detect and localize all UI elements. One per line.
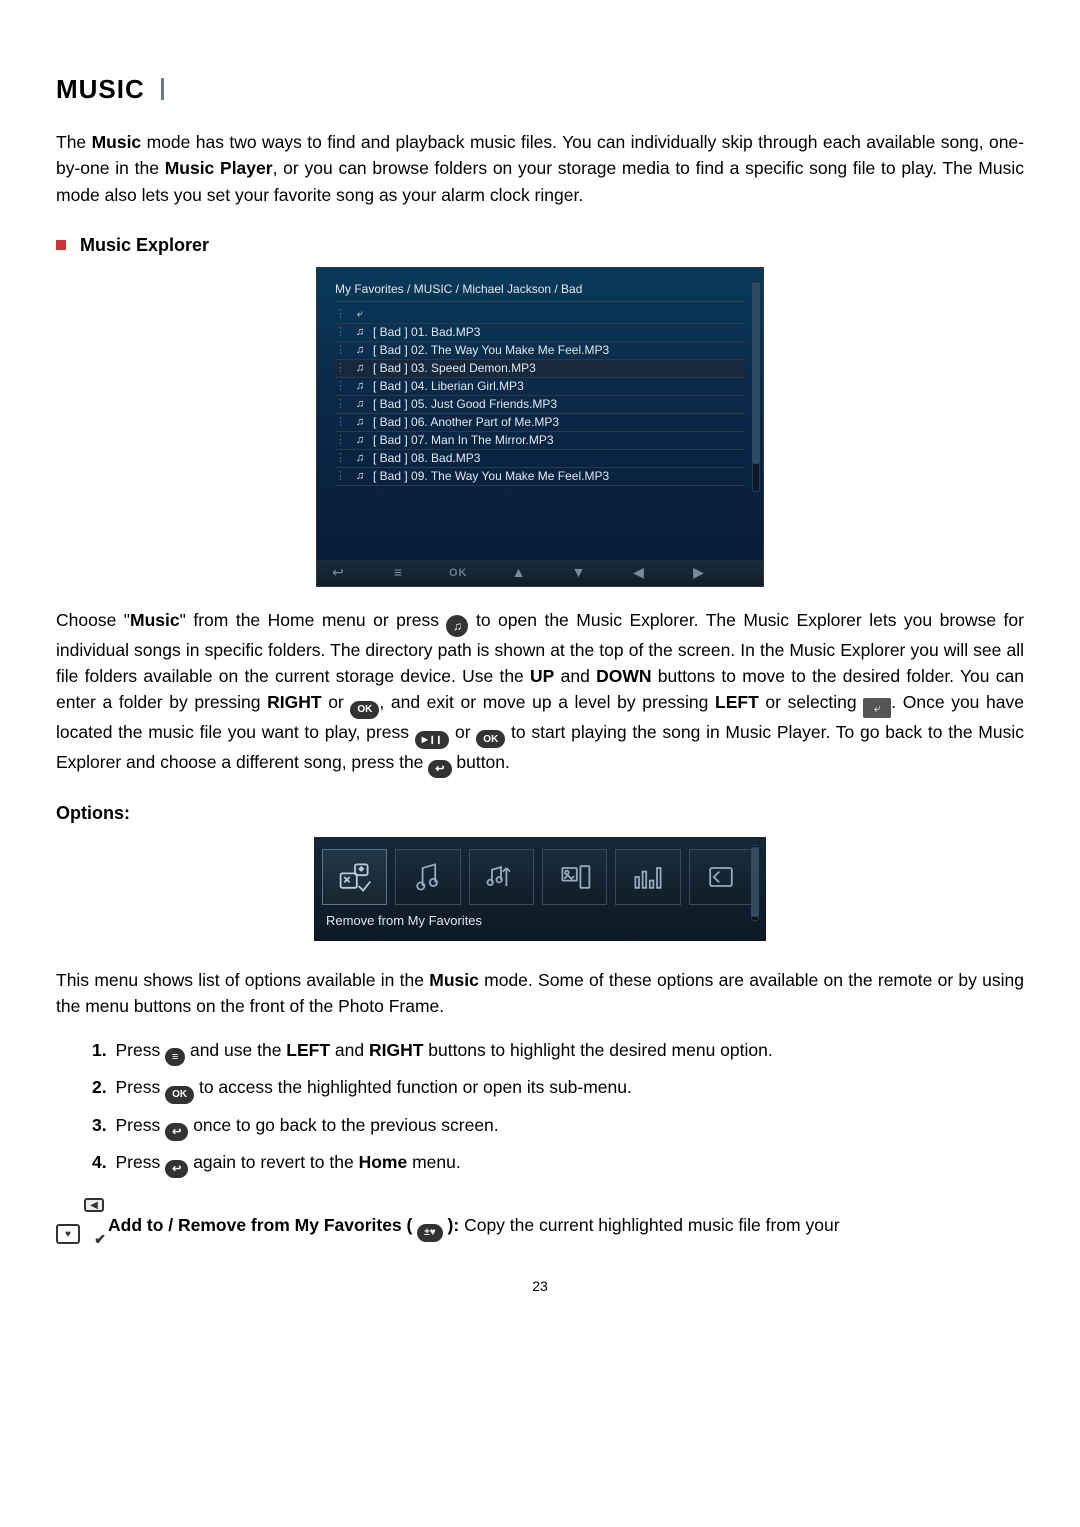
favorites-block: ◀ ♥ ✔ Add to / Remove from My Favorites … — [56, 1212, 1024, 1246]
list-item[interactable]: ⋮[ Bad ] 08. Bad.MP3 — [335, 450, 745, 468]
list-item[interactable]: ⋮[ Bad ] 01. Bad.MP3 — [335, 324, 745, 342]
options-heading: Options: — [56, 800, 1024, 827]
music-icon — [353, 468, 367, 485]
music-mode-icon: ♫ — [446, 615, 468, 637]
favorites-compound-icon: ◀ ♥ ✔ — [56, 1206, 102, 1246]
music-icon — [353, 432, 367, 449]
exit-button-icon: ↩ — [165, 1160, 188, 1178]
option-equalizer[interactable] — [615, 849, 680, 905]
step-3: 3. Press ↩ once to go back to the previo… — [92, 1112, 1024, 1141]
exit-button-icon: ↩ — [428, 760, 451, 778]
options-panel-screenshot: Remove from My Favorites — [314, 837, 766, 941]
menu-icon[interactable]: ≡ — [389, 562, 407, 583]
steps-list: 1. Press ≡ and use the LEFT and RIGHT bu… — [56, 1037, 1024, 1178]
list-item-selected[interactable]: ⋮[ Bad ] 03. Speed Demon.MP3 — [335, 360, 745, 378]
page-title: MUSIC — [56, 70, 1024, 109]
page-number: 23 — [56, 1276, 1024, 1297]
music-icon — [353, 378, 367, 395]
music-icon — [353, 450, 367, 467]
option-repeat[interactable] — [469, 849, 534, 905]
play-pause-icon — [415, 731, 450, 749]
back-arrow-icon: ◀ — [84, 1198, 104, 1212]
favorites-button-icon: ±♥ — [417, 1224, 442, 1242]
step-4: 4. Press ↩ again to revert to the Home m… — [92, 1149, 1024, 1178]
exit-button-icon: ↩ — [165, 1123, 188, 1141]
bullet-icon — [56, 240, 66, 250]
music-icon — [353, 360, 367, 377]
explorer-bottom-bar: ↩ ≡ OK ▲ ▼ ◀ ▶ — [317, 560, 763, 586]
music-icon — [353, 414, 367, 431]
music-explorer-screenshot: My Favorites / MUSIC / Michael Jackson /… — [316, 267, 764, 587]
intro-paragraph: The Music mode has two ways to find and … — [56, 129, 1024, 208]
section-header-label: Music Explorer — [80, 232, 209, 259]
up-icon[interactable]: ▲ — [510, 562, 528, 583]
back-row[interactable]: ⋮ — [335, 306, 745, 324]
option-music-only[interactable] — [395, 849, 460, 905]
option-remove-favorites[interactable] — [322, 849, 387, 905]
down-icon[interactable]: ▼ — [570, 562, 588, 583]
music-icon — [353, 342, 367, 359]
option-select-source[interactable] — [689, 849, 754, 905]
list-item[interactable]: ⋮[ Bad ] 04. Liberian Girl.MP3 — [335, 378, 745, 396]
ok-button-icon: OK — [165, 1086, 194, 1104]
left-icon[interactable]: ◀ — [630, 562, 648, 583]
options-intro-text: This menu shows list of options availabl… — [56, 967, 1024, 1020]
list-item[interactable]: ⋮[ Bad ] 06. Another Part of Me.MP3 — [335, 414, 745, 432]
music-icon — [353, 324, 367, 341]
options-selected-label: Remove from My Favorites — [320, 905, 760, 933]
back-folder-icon: ⤶ — [863, 698, 891, 718]
list-item[interactable]: ⋮[ Bad ] 05. Just Good Friends.MP3 — [335, 396, 745, 414]
list-item[interactable]: ⋮[ Bad ] 02. The Way You Make Me Feel.MP… — [335, 342, 745, 360]
ok-button-icon: OK — [350, 701, 379, 719]
title-divider — [161, 78, 164, 100]
file-list: ⋮ ⋮[ Bad ] 01. Bad.MP3 ⋮[ Bad ] 02. The … — [335, 306, 745, 486]
ok-label[interactable]: OK — [449, 565, 468, 582]
heart-frame-icon: ♥ — [56, 1224, 80, 1244]
menu-button-icon: ≡ — [165, 1048, 185, 1066]
option-slideshow-music[interactable] — [542, 849, 607, 905]
title-text: MUSIC — [56, 74, 145, 104]
options-scrollbar-thumb[interactable] — [751, 847, 759, 917]
ok-button-icon: OK — [476, 730, 505, 748]
back-icon — [353, 306, 367, 323]
exit-icon[interactable]: ↩ — [329, 562, 347, 583]
list-item[interactable]: ⋮[ Bad ] 07. Man In The Mirror.MP3 — [335, 432, 745, 450]
breadcrumb: My Favorites / MUSIC / Michael Jackson /… — [335, 278, 745, 302]
music-icon — [353, 396, 367, 413]
right-icon[interactable]: ▶ — [690, 562, 708, 583]
section-music-explorer: Music Explorer — [56, 232, 1024, 259]
step-2: 2. Press OK to access the highlighted fu… — [92, 1074, 1024, 1104]
list-item[interactable]: ⋮[ Bad ] 09. The Way You Make Me Feel.MP… — [335, 468, 745, 486]
step-1: 1. Press ≡ and use the LEFT and RIGHT bu… — [92, 1037, 1024, 1066]
body-paragraph: Choose "Music" from the Home menu or pre… — [56, 607, 1024, 778]
check-icon: ✔ — [94, 1229, 106, 1250]
scrollbar-thumb[interactable] — [752, 282, 760, 464]
